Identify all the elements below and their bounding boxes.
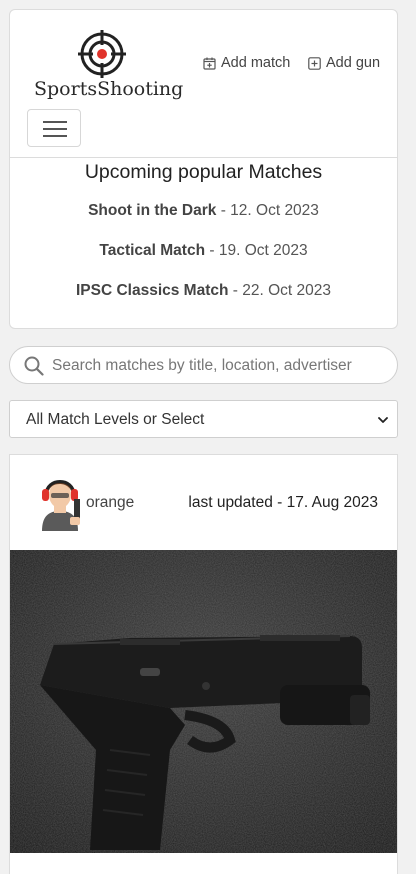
last-updated: last updated - 17. Aug 2023 — [188, 494, 378, 511]
upcoming-match-date: - 19. Oct 2023 — [205, 242, 308, 259]
upcoming-match-date: - 12. Oct 2023 — [216, 202, 319, 219]
search-icon — [24, 356, 44, 376]
upcoming-match-item: IPSC Classics Match - 22. Oct 2023 — [10, 282, 397, 300]
add-match-link[interactable]: Add match — [203, 55, 290, 71]
calendar-plus-icon — [203, 57, 216, 70]
upcoming-match-title[interactable]: Shoot in the Dark — [88, 202, 216, 219]
hamburger-icon-line — [43, 135, 67, 137]
add-match-label: Add match — [221, 55, 291, 71]
plus-square-icon — [308, 56, 321, 70]
site-logo[interactable]: SportsShooting — [34, 30, 184, 110]
upcoming-match-title[interactable]: Tactical Match — [99, 242, 205, 259]
upcoming-match-date: - 22. Oct 2023 — [228, 282, 331, 299]
hamburger-icon — [43, 121, 67, 123]
upcoming-matches-title: Upcoming popular Matches — [84, 161, 323, 183]
upcoming-match-item: Shoot in the Dark - 12. Oct 2023 — [10, 202, 397, 220]
chevron-down-icon — [378, 417, 388, 423]
upcoming-match-item: Tactical Match - 19. Oct 2023 — [10, 242, 397, 260]
match-card: orange last updated - 17. Aug 2023 — [9, 454, 398, 874]
navbar-toggle-button[interactable] — [27, 109, 81, 147]
search-bar — [9, 346, 398, 384]
username[interactable]: orange — [86, 494, 134, 512]
add-gun-link[interactable]: Add gun — [308, 55, 380, 71]
match-photo[interactable] — [10, 550, 397, 853]
logo-text: SportsShooting — [34, 78, 184, 100]
avatar[interactable] — [34, 475, 86, 531]
search-input[interactable] — [50, 353, 390, 379]
match-level-selected-value: All Match Levels or Select — [26, 411, 205, 428]
upcoming-match-title[interactable]: IPSC Classics Match — [76, 282, 228, 299]
header: SportsShooting Add match Add gun — [10, 10, 397, 158]
top-card: SportsShooting Add match Add gun Upcomin… — [9, 9, 398, 329]
match-level-select[interactable]: All Match Levels or Select — [9, 400, 398, 438]
hamburger-icon-line — [43, 128, 67, 130]
crosshair-logo-icon — [78, 30, 126, 78]
add-gun-label: Add gun — [326, 55, 381, 71]
